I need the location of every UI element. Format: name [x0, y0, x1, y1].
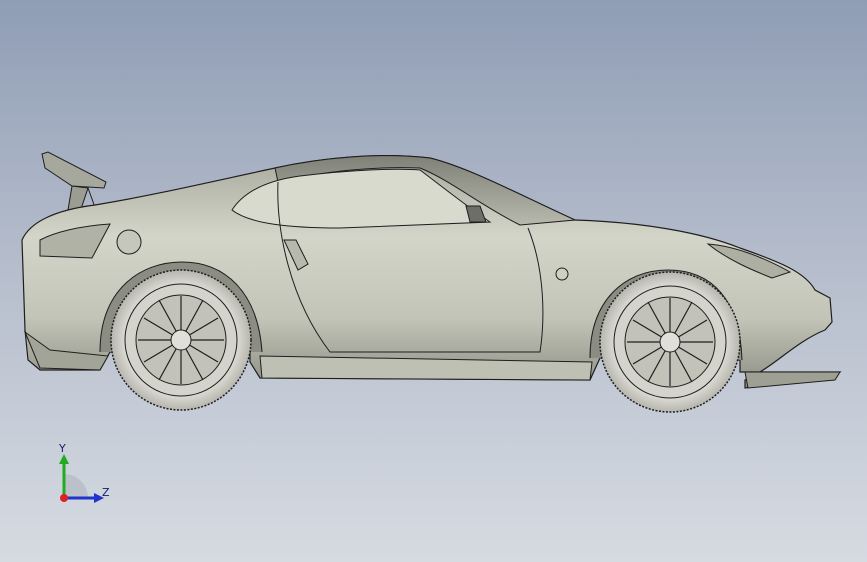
front-wheel[interactable]: [599, 271, 741, 413]
x-axis-dot: [60, 494, 68, 502]
graphics-viewport[interactable]: Y Z: [0, 0, 867, 562]
rear-wheel[interactable]: [110, 269, 252, 411]
y-axis-label: Y: [59, 442, 66, 455]
rear-wing[interactable]: [41, 151, 107, 213]
y-axis-arrowhead: [59, 454, 69, 464]
car-model[interactable]: [0, 0, 867, 562]
z-axis-label: Z: [102, 486, 110, 499]
